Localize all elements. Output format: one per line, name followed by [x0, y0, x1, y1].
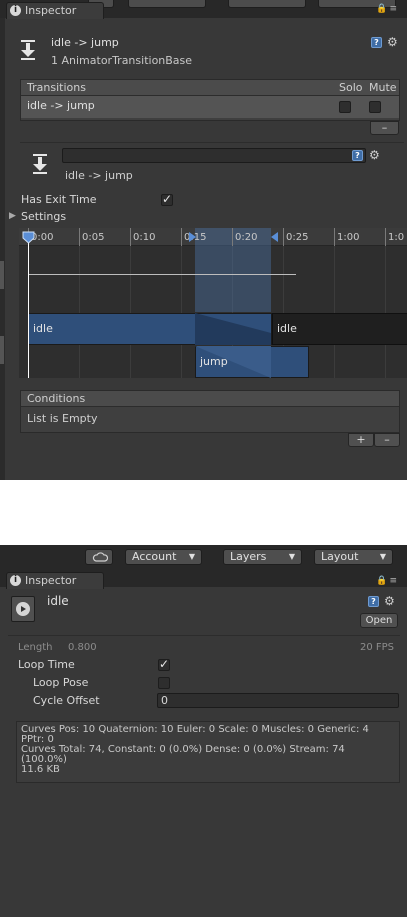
gear-icon[interactable]: ⚙ — [387, 36, 398, 48]
conditions-header: Conditions — [21, 391, 399, 407]
clip-name: idle — [47, 594, 69, 608]
lock-menu-icon[interactable]: 🔒≡ — [376, 4, 399, 14]
info-icon: i — [10, 575, 21, 586]
tick-label: 1:0 — [388, 232, 405, 243]
help-icon[interactable]: ? — [371, 37, 382, 48]
tick-label: 0:10 — [133, 232, 156, 243]
info-line: (100.0%) — [21, 754, 67, 765]
transition-timeline[interactable]: 0:00 0:05 0:10 0:15 0:20 0:25 1:00 1:0 i… — [19, 228, 407, 378]
settings-foldout-arrow-icon[interactable]: ▶ — [9, 211, 16, 221]
cycle-offset-field[interactable]: 0 — [157, 693, 399, 708]
clip-info-box: Curves Pos: 10 Quaternion: 10 Euler: 0 S… — [16, 721, 400, 783]
playhead-handle-icon[interactable] — [22, 231, 35, 244]
cycle-offset-label: Cycle Offset — [33, 694, 100, 707]
transition-row-label: idle -> jump — [27, 99, 95, 112]
info-icon: i — [10, 5, 21, 16]
blend-wedge — [195, 313, 271, 345]
gear-icon[interactable]: ⚙ — [384, 595, 395, 607]
clip-inspector-panel: Account ▼ Layers ▼ Layout ▼ i Inspector … — [0, 545, 407, 917]
settings-foldout-label[interactable]: Settings — [21, 210, 66, 223]
tick-label: 0:25 — [286, 232, 309, 243]
remove-condition-button[interactable]: – — [374, 433, 400, 447]
layout-dropdown[interactable]: Layout ▼ — [314, 549, 393, 565]
loop-pose-checkbox[interactable] — [158, 677, 170, 689]
cloud-button[interactable] — [85, 549, 113, 565]
info-line: Curves Pos: 10 Quaternion: 10 Euler: 0 S… — [21, 724, 369, 735]
cloud-icon — [92, 552, 108, 562]
transition-detail-subtitle: idle -> jump — [65, 169, 133, 182]
chevron-down-icon: ▼ — [288, 552, 295, 561]
info-line: 11.6 KB — [21, 764, 60, 775]
tick-label: 1:00 — [337, 232, 360, 243]
loop-time-label: Loop Time — [18, 658, 75, 671]
transition-end-marker[interactable] — [271, 232, 278, 242]
transition-arrow-icon — [15, 37, 41, 63]
help-icon[interactable]: ? — [368, 596, 379, 607]
tab-bar: i Inspector 🔒≡ — [0, 569, 407, 589]
source-state-label: idle — [33, 322, 53, 335]
conditions-header-label: Conditions — [27, 392, 86, 405]
mute-column-label: Mute — [369, 81, 397, 94]
layers-dropdown[interactable]: Layers ▼ — [223, 549, 302, 565]
transition-overlap-region[interactable] — [195, 246, 271, 312]
has-exit-time-label: Has Exit Time — [21, 193, 97, 206]
left-strip — [0, 18, 5, 480]
transitions-header: Transitions Solo Mute — [21, 80, 399, 96]
loop-pose-label: Loop Pose — [33, 676, 89, 689]
add-condition-button[interactable]: + — [348, 433, 374, 447]
length-label: Length — [18, 642, 53, 653]
timeline-ruler[interactable]: 0:00 0:05 0:10 0:15 0:20 0:25 1:00 1:0 — [19, 228, 407, 246]
info-line: Curves Total: 74, Constant: 0 (0.0%) Den… — [21, 744, 345, 755]
fps-value: 20 FPS — [360, 642, 395, 653]
transition-inspector-panel: i Inspector 🔒≡ idle -> jump 1 AnimatorTr… — [0, 0, 407, 480]
layers-button-partial[interactable] — [228, 0, 306, 8]
length-value: 0.800 — [68, 642, 97, 653]
main-toolbar: Account ▼ Layers ▼ Layout ▼ — [0, 545, 407, 569]
solo-checkbox[interactable] — [339, 101, 351, 113]
transition-name-field[interactable] — [62, 148, 366, 163]
chevron-down-icon: ▼ — [379, 552, 386, 561]
inspector-tab[interactable]: i Inspector — [6, 572, 104, 589]
source-state-loop-label: idle — [277, 322, 297, 335]
solo-column-label: Solo — [339, 81, 363, 94]
playhead[interactable] — [28, 234, 29, 378]
transition-row[interactable]: idle -> jump — [21, 96, 399, 118]
weight-curve — [28, 274, 296, 275]
remove-transition-button[interactable]: – — [370, 121, 399, 135]
transitions-list: Transitions Solo Mute idle -> jump — [20, 79, 400, 121]
layers-label: Layers — [230, 550, 267, 563]
inspector-tab-label: Inspector — [25, 574, 77, 587]
transition-start-marker[interactable] — [189, 232, 196, 242]
window-top-bar: i Inspector 🔒≡ — [0, 0, 407, 19]
blend-wedge-dest — [195, 346, 271, 378]
inspector-tab-label: Inspector — [25, 4, 77, 17]
transitions-header-label: Transitions — [27, 81, 86, 94]
transition-detail-arrow-icon — [27, 151, 53, 177]
loop-time-checkbox[interactable] — [158, 657, 170, 671]
detail-help-icon[interactable]: ? — [352, 150, 363, 161]
transition-subtitle: 1 AnimatorTransitionBase — [51, 54, 193, 67]
inspector-tab[interactable]: i Inspector — [6, 2, 104, 19]
tick-label: 0:20 — [235, 232, 258, 243]
conditions-empty-text: List is Empty — [27, 412, 98, 425]
account-button-partial[interactable] — [128, 0, 206, 8]
transition-title: idle -> jump — [51, 36, 119, 49]
account-label: Account — [132, 550, 177, 563]
source-state-bar-loop[interactable]: idle — [272, 313, 407, 345]
account-dropdown[interactable]: Account ▼ — [125, 549, 202, 565]
layout-label: Layout — [321, 550, 359, 563]
open-button[interactable]: Open — [360, 613, 398, 628]
detail-gear-icon[interactable]: ⚙ — [369, 149, 380, 161]
conditions-list: Conditions List is Empty — [20, 390, 400, 433]
animation-clip-icon — [11, 596, 35, 622]
mute-checkbox[interactable] — [369, 101, 381, 113]
chevron-down-icon: ▼ — [188, 552, 195, 561]
has-exit-time-checkbox[interactable] — [161, 192, 173, 206]
lock-menu-icon[interactable]: 🔒≡ — [376, 576, 399, 586]
tick-label: 0:05 — [82, 232, 105, 243]
